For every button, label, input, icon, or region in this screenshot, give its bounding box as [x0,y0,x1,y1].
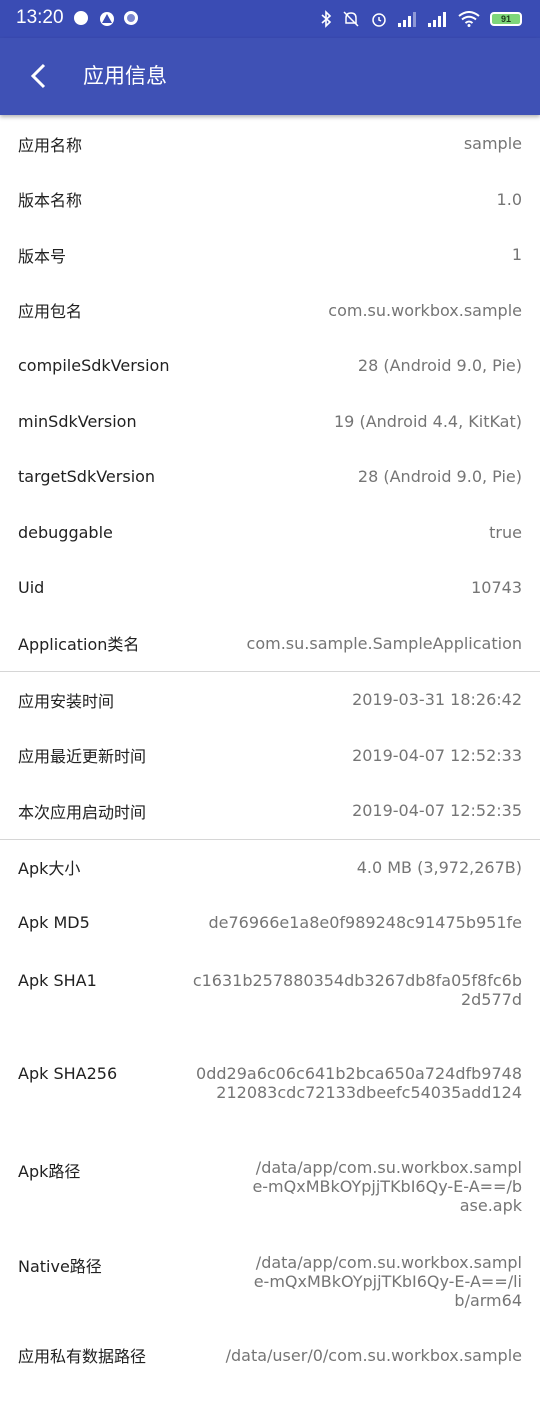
notification-triangle-icon [99,11,114,26]
row-value: 1.0 [496,189,522,209]
row-label: Native路径 [18,1256,102,1276]
notification-circle-icon [124,11,138,25]
info-row-version-code[interactable]: 版本号 1 [0,227,540,283]
info-row-uid[interactable]: Uid 10743 [0,560,540,616]
battery-icon: 91 [490,12,522,26]
info-row-launch-time[interactable]: 本次应用启动时间 2019-04-07 12:52:35 [0,783,540,839]
alarm-icon [372,13,386,27]
status-icons: 91 [320,8,522,30]
row-label: 版本号 [18,246,67,266]
row-value: true [489,522,522,542]
signal-icon-1 [398,12,416,27]
row-value: /data/user/0/com.su.workbox.sample [225,1345,522,1365]
row-value: 19 (Android 4.4, KitKat) [334,411,522,431]
info-row-debuggable[interactable]: debuggable true [0,505,540,561]
row-label: 应用私有数据路径 [18,1347,147,1367]
info-list: 应用名称 sample 版本名称 1.0 版本号 1 应用包名 com.su.workb… [0,116,540,1383]
row-label: Apk SHA1 [18,970,97,990]
info-row-target-sdk[interactable]: targetSdkVersion 28 (Android 9.0, Pie) [0,449,540,505]
row-value: 28 (Android 9.0, Pie) [357,356,522,376]
row-label: Apk SHA256 [18,1063,118,1083]
back-button[interactable] [18,56,58,96]
row-value: 4.0 MB (3,972,267B) [356,857,522,877]
row-value: 2019-04-07 12:52:35 [352,801,522,821]
row-value: 28 (Android 9.0, Pie) [357,467,522,487]
page-title: 应用信息 [83,64,167,88]
notification-dot-icon [74,11,88,25]
info-row-app-name[interactable]: 应用名称 sample [0,116,540,172]
info-row-install-time[interactable]: 应用安装时间 2019-03-31 18:26:42 [0,672,540,728]
back-arrow-icon [30,63,46,89]
row-label: Apk路径 [18,1161,81,1181]
row-value: de76966e1a8e0f989248c91475b951fe [208,913,522,933]
row-label: compileSdkVersion [18,356,170,376]
row-label: Apk大小 [18,859,81,879]
info-row-apk-sha256[interactable]: Apk SHA256 0dd29a6c06c641b2bca650a724dfb9… [0,1045,540,1139]
signal-icon-2 [428,12,446,27]
info-row-update-time[interactable]: 应用最近更新时间 2019-04-07 12:52:33 [0,728,540,784]
info-row-package-name[interactable]: 应用包名 com.su.workbox.sample [0,283,540,339]
row-label: Uid [18,578,45,598]
row-value: 0dd29a6c06c641b2bca650a724dfb9748212083c… [196,1063,522,1102]
row-label: Apk MD5 [18,913,90,933]
row-value: sample [463,134,522,154]
info-row-min-sdk[interactable]: minSdkVersion 19 (Android 4.4, KitKat) [0,394,540,450]
status-time: 13:20 [16,7,64,28]
row-label: Application类名 [18,635,140,655]
row-label: minSdkVersion [18,411,137,431]
row-value: 2019-04-07 12:52:33 [352,745,522,765]
info-row-apk-md5[interactable]: Apk MD5 de76966e1a8e0f989248c91475b951fe [0,895,540,951]
info-row-apk-size[interactable]: Apk大小 4.0 MB (3,972,267B) [0,840,540,896]
row-label: debuggable [18,522,113,542]
row-label: targetSdkVersion [18,467,156,487]
mute-bell-icon [343,11,359,27]
info-row-native-path[interactable]: Native路径/data/app/com.su.workbox.sample-… [0,1234,540,1328]
row-value: com.su.workbox.sample [328,300,522,320]
row-value: c1631b257880354db3267db8fa05f8fc6b2d577d [192,970,522,1009]
row-label: 版本名称 [18,191,83,211]
info-row-apk-path[interactable]: Apk路径/data/app/com.su.workbox.sample-mQx… [0,1139,540,1234]
status-bar: 13:20 91 [0,0,540,38]
info-row-version-name[interactable]: 版本名称 1.0 [0,172,540,228]
row-value: 1 [511,245,522,265]
info-row-application-class[interactable]: Application类名 com.su.sample.SampleApplica… [0,616,540,672]
row-label: 应用名称 [18,135,83,155]
app-bar: 应用信息 [0,38,540,115]
bluetooth-icon [321,10,332,28]
wifi-icon [458,11,480,27]
row-value: /data/app/com.su.workbox.sample-mQxMBkOY… [253,1252,522,1310]
row-label: 本次应用启动时间 [18,802,147,822]
row-label: 应用包名 [18,302,83,322]
info-row-compile-sdk[interactable]: compileSdkVersion 28 (Android 9.0, Pie) [0,338,540,394]
row-value: 10743 [471,578,522,598]
row-label: 应用最近更新时间 [18,747,147,767]
info-row-apk-sha1[interactable]: Apk SHA1 c1631b257880354db3267db8fa05f8fc… [0,951,540,1045]
row-label: 应用安装时间 [18,691,115,711]
info-row-data-dir[interactable]: 应用私有数据路径/data/user/0/com.su.workbox.samp… [0,1328,540,1384]
row-value: /data/app/com.su.workbox.sample-mQxMBkOY… [252,1157,522,1215]
row-value: 2019-03-31 18:26:42 [352,690,522,710]
row-value: com.su.sample.SampleApplication [246,633,522,653]
